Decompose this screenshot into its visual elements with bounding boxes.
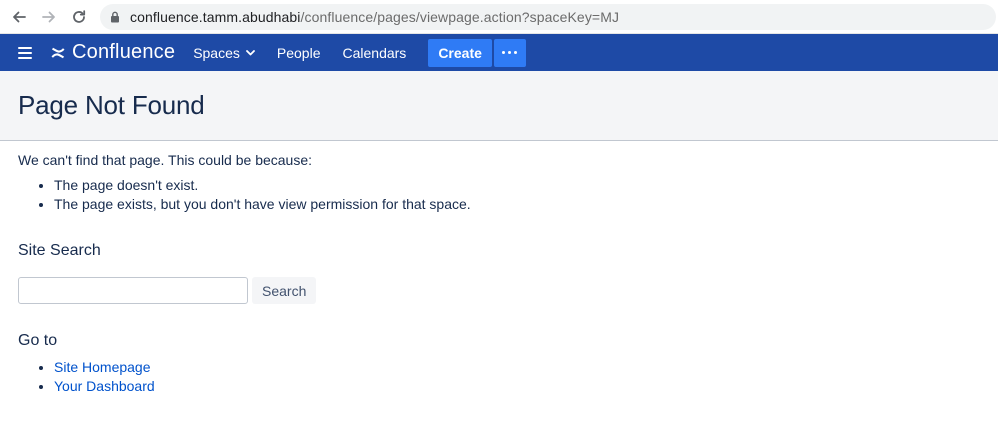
nav-people[interactable]: People bbox=[277, 45, 321, 61]
more-button[interactable] bbox=[493, 38, 526, 67]
url-path: /confluence/pages/viewpage.action?spaceK… bbox=[300, 8, 620, 25]
search-input[interactable] bbox=[18, 277, 248, 304]
url-text: confluence.tamm.abudhabi/confluence/page… bbox=[130, 9, 619, 25]
list-item: Site Homepage bbox=[54, 358, 998, 377]
more-dots-icon bbox=[502, 51, 518, 54]
site-homepage-link[interactable]: Site Homepage bbox=[54, 359, 151, 375]
arrow-left-icon bbox=[13, 11, 26, 22]
back-button[interactable] bbox=[4, 0, 34, 34]
address-bar[interactable]: confluence.tamm.abudhabi/confluence/page… bbox=[100, 3, 996, 30]
page-title: Page Not Found bbox=[18, 90, 205, 120]
main-content: We can't find that page. This could be b… bbox=[0, 152, 998, 396]
search-row: Search bbox=[18, 277, 998, 304]
chevron-down-icon bbox=[245, 49, 255, 56]
reasons-list: The page doesn't exist. The page exists,… bbox=[18, 176, 998, 214]
reload-icon bbox=[73, 9, 86, 23]
reload-button[interactable] bbox=[64, 0, 94, 34]
nav-spaces[interactable]: Spaces bbox=[193, 45, 255, 61]
create-button[interactable]: Create bbox=[428, 38, 492, 67]
browser-toolbar: confluence.tamm.abudhabi/confluence/page… bbox=[0, 0, 998, 34]
url-host: confluence.tamm.abudhabi bbox=[130, 8, 301, 25]
menu-icon[interactable] bbox=[18, 46, 32, 59]
list-item: Your Dashboard bbox=[54, 377, 998, 396]
goto-heading: Go to bbox=[18, 332, 58, 349]
forward-button[interactable] bbox=[34, 0, 64, 34]
title-banner: Page Not Found bbox=[0, 71, 998, 141]
list-item: The page doesn't exist. bbox=[54, 176, 998, 195]
your-dashboard-link[interactable]: Your Dashboard bbox=[54, 378, 155, 394]
goto-links: Site Homepage Your Dashboard bbox=[18, 358, 998, 396]
arrow-right-icon bbox=[42, 11, 55, 22]
confluence-logo[interactable]: Confluence bbox=[50, 41, 175, 64]
search-button[interactable]: Search bbox=[252, 277, 317, 304]
lock-icon bbox=[108, 10, 122, 24]
confluence-logo-icon bbox=[51, 47, 65, 58]
list-item: The page exists, but you don't have view… bbox=[54, 195, 998, 214]
intro-text: We can't find that page. This could be b… bbox=[18, 152, 313, 168]
site-search-heading: Site Search bbox=[18, 242, 101, 259]
nav-calendars[interactable]: Calendars bbox=[342, 45, 406, 61]
logo-text: Confluence bbox=[72, 41, 176, 63]
app-header: Confluence Spaces People Calendars Creat… bbox=[0, 34, 998, 71]
nav-spaces-label: Spaces bbox=[193, 44, 240, 61]
